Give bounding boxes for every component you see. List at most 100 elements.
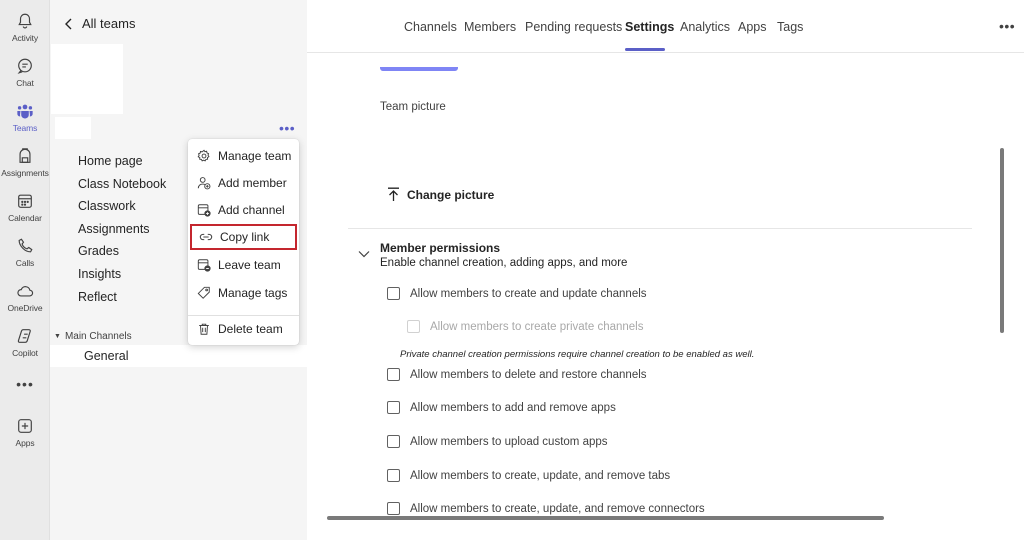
- nav-assignments[interactable]: Assignments: [78, 218, 166, 241]
- back-to-all-teams[interactable]: All teams: [62, 16, 135, 31]
- tab-pending-requests[interactable]: Pending requests: [525, 20, 622, 34]
- perm-add-remove-apps[interactable]: Allow members to add and remove apps: [387, 401, 616, 414]
- rail-label: Calendar: [8, 213, 42, 223]
- phone-icon: [18, 238, 33, 253]
- nav-classwork[interactable]: Classwork: [78, 195, 166, 218]
- menu-item-label: Add member: [218, 176, 287, 190]
- checkbox[interactable]: [387, 502, 400, 515]
- rail-label: OneDrive: [7, 303, 43, 313]
- menu-manage-team[interactable]: Manage team: [188, 143, 299, 169]
- rail-calls[interactable]: Calls: [0, 235, 50, 279]
- checkbox[interactable]: [387, 435, 400, 448]
- tab-tags[interactable]: Tags: [777, 20, 803, 34]
- team-picture-label: Team picture: [380, 101, 446, 113]
- tab-bar: Channels Members Pending requests Settin…: [307, 0, 1024, 53]
- perm-create-update-channels[interactable]: Allow members to create and update chann…: [387, 287, 647, 300]
- tab-apps[interactable]: Apps: [738, 20, 767, 34]
- nav-class-notebook[interactable]: Class Notebook: [78, 173, 166, 196]
- member-permissions-subtitle: Enable channel creation, adding apps, an…: [380, 257, 628, 269]
- rail-label: Activity: [11, 33, 39, 43]
- rail-teams[interactable]: Teams: [0, 100, 50, 144]
- perm-delete-restore-channels[interactable]: Allow members to delete and restore chan…: [387, 368, 647, 381]
- active-tab-indicator: [625, 48, 665, 51]
- menu-leave-team[interactable]: Leave team: [188, 252, 299, 278]
- channel-general[interactable]: General: [50, 345, 307, 367]
- tab-channels[interactable]: Channels: [404, 20, 457, 34]
- main-channels-header[interactable]: ▼ Main Channels: [54, 331, 132, 342]
- team-context-menu: Manage team Add member Add channel Copy …: [188, 139, 299, 345]
- menu-add-member[interactable]: Add member: [188, 170, 299, 196]
- rail-onedrive[interactable]: OneDrive: [0, 280, 50, 324]
- rail-label: Copilot: [12, 348, 38, 358]
- checkbox-label: Allow members to add and remove apps: [410, 401, 616, 414]
- bell-icon: [18, 13, 32, 29]
- rail-chat[interactable]: Chat: [0, 55, 50, 99]
- checkbox[interactable]: [387, 401, 400, 414]
- team-more-options-button[interactable]: •••: [279, 120, 295, 136]
- menu-add-channel[interactable]: Add channel: [188, 197, 299, 223]
- menu-copy-link[interactable]: Copy link: [190, 224, 297, 250]
- tab-settings[interactable]: Settings: [625, 20, 674, 34]
- menu-manage-tags[interactable]: Manage tags: [188, 280, 299, 306]
- rail-copilot[interactable]: Copilot: [0, 325, 50, 369]
- gear-icon: [197, 149, 210, 162]
- leave-icon: [197, 259, 211, 272]
- trash-icon: [199, 323, 209, 335]
- member-permissions-title: Member permissions: [380, 241, 501, 255]
- rail-label: Assignments: [1, 168, 49, 178]
- checkbox[interactable]: [387, 469, 400, 482]
- change-picture-button[interactable]: Change picture: [387, 187, 494, 202]
- checkbox[interactable]: [387, 368, 400, 381]
- rail-assignments[interactable]: Assignments: [0, 145, 50, 189]
- nav-grades[interactable]: Grades: [78, 240, 166, 263]
- rail-calendar[interactable]: Calendar: [0, 190, 50, 234]
- menu-item-label: Delete team: [218, 322, 283, 336]
- app-rail: Activity Chat Teams Assignments Calendar…: [0, 0, 50, 540]
- nav-reflect[interactable]: Reflect: [78, 286, 166, 309]
- channels-header-label: Main Channels: [64, 331, 132, 342]
- tag-icon: [197, 286, 210, 299]
- perm-manage-connectors[interactable]: Allow members to create, update, and rem…: [387, 502, 705, 515]
- teams-icon: [17, 104, 33, 119]
- tab-members[interactable]: Members: [464, 20, 516, 34]
- checkbox-label: Allow members to create, update, and rem…: [410, 502, 705, 515]
- add-channel-icon: [197, 204, 211, 217]
- link-icon: [199, 233, 213, 241]
- checkbox-label: Allow members to create private channels: [430, 320, 644, 333]
- upload-icon: [388, 187, 399, 201]
- team-avatar: [51, 44, 123, 114]
- copilot-icon: [17, 329, 31, 343]
- more-options-button[interactable]: •••: [999, 18, 1015, 34]
- rail-label: Chat: [16, 78, 34, 88]
- add-app-icon: [18, 419, 32, 433]
- perm-upload-custom-apps[interactable]: Allow members to upload custom apps: [387, 435, 608, 448]
- perm-create-private-channels: Allow members to create private channels: [407, 320, 644, 333]
- menu-delete-team[interactable]: Delete team: [188, 316, 299, 342]
- nav-insights[interactable]: Insights: [78, 263, 166, 286]
- vertical-scrollbar[interactable]: [1000, 148, 1004, 333]
- perm-manage-tabs[interactable]: Allow members to create, update, and rem…: [387, 469, 670, 482]
- menu-item-label: Manage tags: [218, 286, 288, 300]
- checkbox-label: Allow members to delete and restore chan…: [410, 368, 647, 381]
- chat-icon: [17, 58, 32, 74]
- section-divider: [348, 228, 972, 229]
- checkbox: [407, 320, 420, 333]
- menu-item-label: Copy link: [220, 230, 270, 244]
- section-accent-bar: [380, 67, 458, 71]
- rail-activity[interactable]: Activity: [0, 10, 50, 54]
- checkbox-label: Allow members to create, update, and rem…: [410, 469, 671, 482]
- horizontal-scrollbar[interactable]: [327, 516, 884, 520]
- tab-analytics[interactable]: Analytics: [680, 20, 730, 34]
- add-person-icon: [197, 177, 211, 190]
- team-nav: Home page Class Notebook Classwork Assig…: [78, 150, 166, 308]
- backpack-icon: [19, 148, 31, 163]
- private-channel-note: Private channel creation permissions req…: [400, 349, 755, 360]
- rail-apps[interactable]: Apps: [0, 415, 50, 459]
- checkbox[interactable]: [387, 287, 400, 300]
- menu-item-label: Leave team: [218, 258, 281, 272]
- menu-item-label: Manage team: [218, 149, 292, 163]
- rail-more-button[interactable]: •••: [0, 376, 50, 392]
- nav-home-page[interactable]: Home page: [78, 150, 166, 173]
- chevron-down-icon[interactable]: [358, 250, 370, 258]
- calendar-icon: [18, 194, 32, 208]
